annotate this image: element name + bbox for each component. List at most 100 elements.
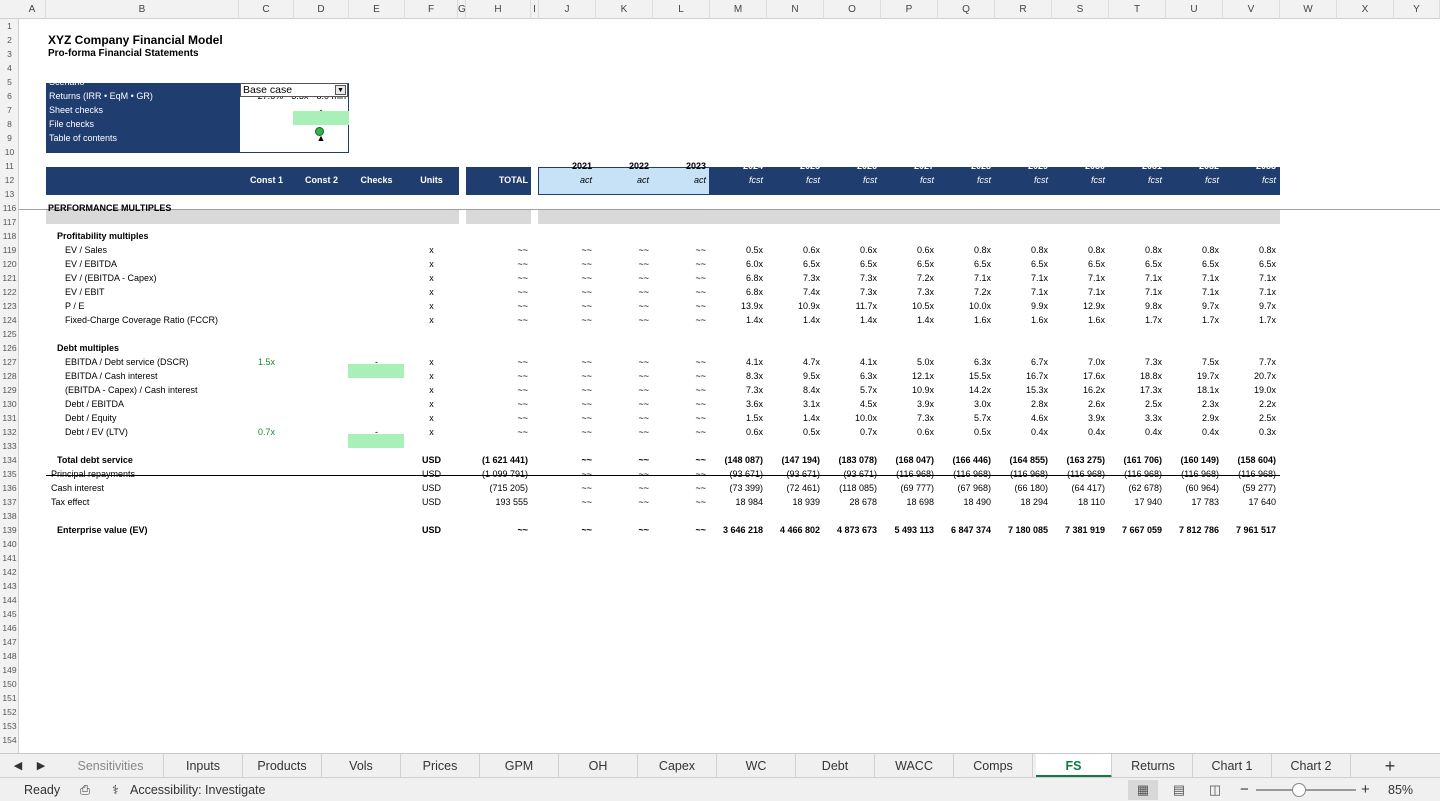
row-header[interactable]: 7	[0, 103, 19, 117]
period-value[interactable]: 6.5x	[995, 257, 1048, 271]
period-value[interactable]: ~~	[539, 369, 592, 383]
period-value[interactable]: 0.8x	[1052, 243, 1105, 257]
period-value[interactable]: 5.0x	[881, 355, 934, 369]
period-value[interactable]: (59 277)	[1223, 481, 1276, 495]
period-value[interactable]: (118 085)	[824, 481, 877, 495]
total-value[interactable]: ~~	[466, 299, 528, 313]
row-header[interactable]: 133	[0, 439, 19, 453]
period-value[interactable]: 7.1x	[1223, 271, 1276, 285]
period-value[interactable]: 1.7x	[1166, 313, 1219, 327]
period-value[interactable]: 0.6x	[767, 243, 820, 257]
period-value[interactable]: (116 968)	[938, 467, 991, 481]
period-value[interactable]: 5.7x	[824, 383, 877, 397]
period-value[interactable]: 4.5x	[824, 397, 877, 411]
period-value[interactable]: 6.8x	[710, 271, 763, 285]
row-header[interactable]: 123	[0, 299, 19, 313]
const1-value[interactable]: 1.5x	[239, 355, 294, 369]
row-header[interactable]: 150	[0, 677, 19, 691]
row-header[interactable]: 1	[0, 19, 19, 33]
tab-chart-1[interactable]: Chart 1	[1193, 754, 1272, 778]
tab-wacc[interactable]: WACC	[875, 754, 954, 778]
row-header[interactable]: 4	[0, 61, 19, 75]
period-value[interactable]: 0.6x	[824, 243, 877, 257]
period-value[interactable]: 4.1x	[824, 355, 877, 369]
column-header[interactable]: B	[46, 0, 239, 19]
period-value[interactable]: 7.1x	[1223, 285, 1276, 299]
period-value[interactable]: 1.4x	[767, 313, 820, 327]
period-value[interactable]: ~~	[539, 383, 592, 397]
period-value[interactable]: ~~	[653, 355, 706, 369]
period-value[interactable]: 3.6x	[710, 397, 763, 411]
period-value[interactable]: (160 149)	[1166, 453, 1219, 467]
period-value[interactable]: ~~	[539, 523, 592, 537]
period-value[interactable]: (93 671)	[824, 467, 877, 481]
row-header[interactable]: 144	[0, 593, 19, 607]
row-header[interactable]: 128	[0, 369, 19, 383]
tab-gpm[interactable]: GPM	[480, 754, 559, 778]
period-value[interactable]: ~~	[539, 453, 592, 467]
period-value[interactable]: ~~	[596, 369, 649, 383]
tab-debt[interactable]: Debt	[796, 754, 875, 778]
period-value[interactable]: 7.4x	[767, 285, 820, 299]
row-header[interactable]: 122	[0, 285, 19, 299]
period-value[interactable]: ~~	[596, 271, 649, 285]
row-header[interactable]: 138	[0, 509, 19, 523]
period-value[interactable]: 17 640	[1223, 495, 1276, 509]
row-header[interactable]: 125	[0, 327, 19, 341]
period-value[interactable]: ~~	[653, 411, 706, 425]
period-value[interactable]: ~~	[596, 355, 649, 369]
period-value[interactable]: 16.2x	[1052, 383, 1105, 397]
period-value[interactable]: 1.7x	[1109, 313, 1162, 327]
period-value[interactable]: 8.4x	[767, 383, 820, 397]
macro-record-icon[interactable]: ⎙	[80, 778, 90, 801]
total-value[interactable]: ~~	[466, 397, 528, 411]
period-value[interactable]: 6.5x	[824, 257, 877, 271]
period-value[interactable]: 0.6x	[881, 425, 934, 439]
period-value[interactable]: 2.8x	[995, 397, 1048, 411]
row-header[interactable]: 13	[0, 187, 19, 201]
total-value[interactable]: (1 621 441)	[466, 453, 528, 467]
period-value[interactable]: 1.4x	[710, 313, 763, 327]
total-value[interactable]: ~~	[466, 523, 528, 537]
period-value[interactable]: 18.8x	[1109, 369, 1162, 383]
period-value[interactable]: ~~	[653, 257, 706, 271]
period-value[interactable]: ~~	[653, 453, 706, 467]
period-value[interactable]: 7.7x	[1223, 355, 1276, 369]
row-header[interactable]: 130	[0, 397, 19, 411]
period-value[interactable]: 6.3x	[938, 355, 991, 369]
period-value[interactable]: 18 939	[767, 495, 820, 509]
period-value[interactable]: 10.0x	[824, 411, 877, 425]
row-header[interactable]: 132	[0, 425, 19, 439]
period-value[interactable]: ~~	[596, 383, 649, 397]
period-value[interactable]: 5.7x	[938, 411, 991, 425]
period-value[interactable]: 19.7x	[1166, 369, 1219, 383]
period-value[interactable]: (147 194)	[767, 453, 820, 467]
period-value[interactable]: 17 783	[1166, 495, 1219, 509]
add-sheet-icon[interactable]: +	[1381, 757, 1399, 775]
period-value[interactable]: (116 968)	[881, 467, 934, 481]
period-value[interactable]: (116 968)	[1052, 467, 1105, 481]
period-value[interactable]: (67 968)	[938, 481, 991, 495]
period-value[interactable]: ~~	[596, 411, 649, 425]
column-header[interactable]: V	[1223, 0, 1280, 19]
row-header[interactable]: 139	[0, 523, 19, 537]
row-header[interactable]: 119	[0, 243, 19, 257]
row-header[interactable]: 120	[0, 257, 19, 271]
period-value[interactable]: ~~	[539, 481, 592, 495]
total-value[interactable]: 193 555	[466, 495, 528, 509]
period-value[interactable]: 8.3x	[710, 369, 763, 383]
period-value[interactable]: 7.3x	[1109, 355, 1162, 369]
period-value[interactable]: 4 873 673	[824, 523, 877, 537]
period-value[interactable]: (72 461)	[767, 481, 820, 495]
period-value[interactable]: 11.7x	[824, 299, 877, 313]
column-header[interactable]: F	[405, 0, 458, 19]
period-value[interactable]: ~~	[596, 257, 649, 271]
period-value[interactable]: 7.1x	[1052, 271, 1105, 285]
period-value[interactable]: ~~	[653, 369, 706, 383]
period-value[interactable]: 0.3x	[1223, 425, 1276, 439]
zoom-slider[interactable]	[1256, 783, 1356, 797]
total-value[interactable]: ~~	[466, 425, 528, 439]
row-header[interactable]: 131	[0, 411, 19, 425]
tab-comps[interactable]: Comps	[954, 754, 1033, 778]
period-value[interactable]: 5 493 113	[881, 523, 934, 537]
